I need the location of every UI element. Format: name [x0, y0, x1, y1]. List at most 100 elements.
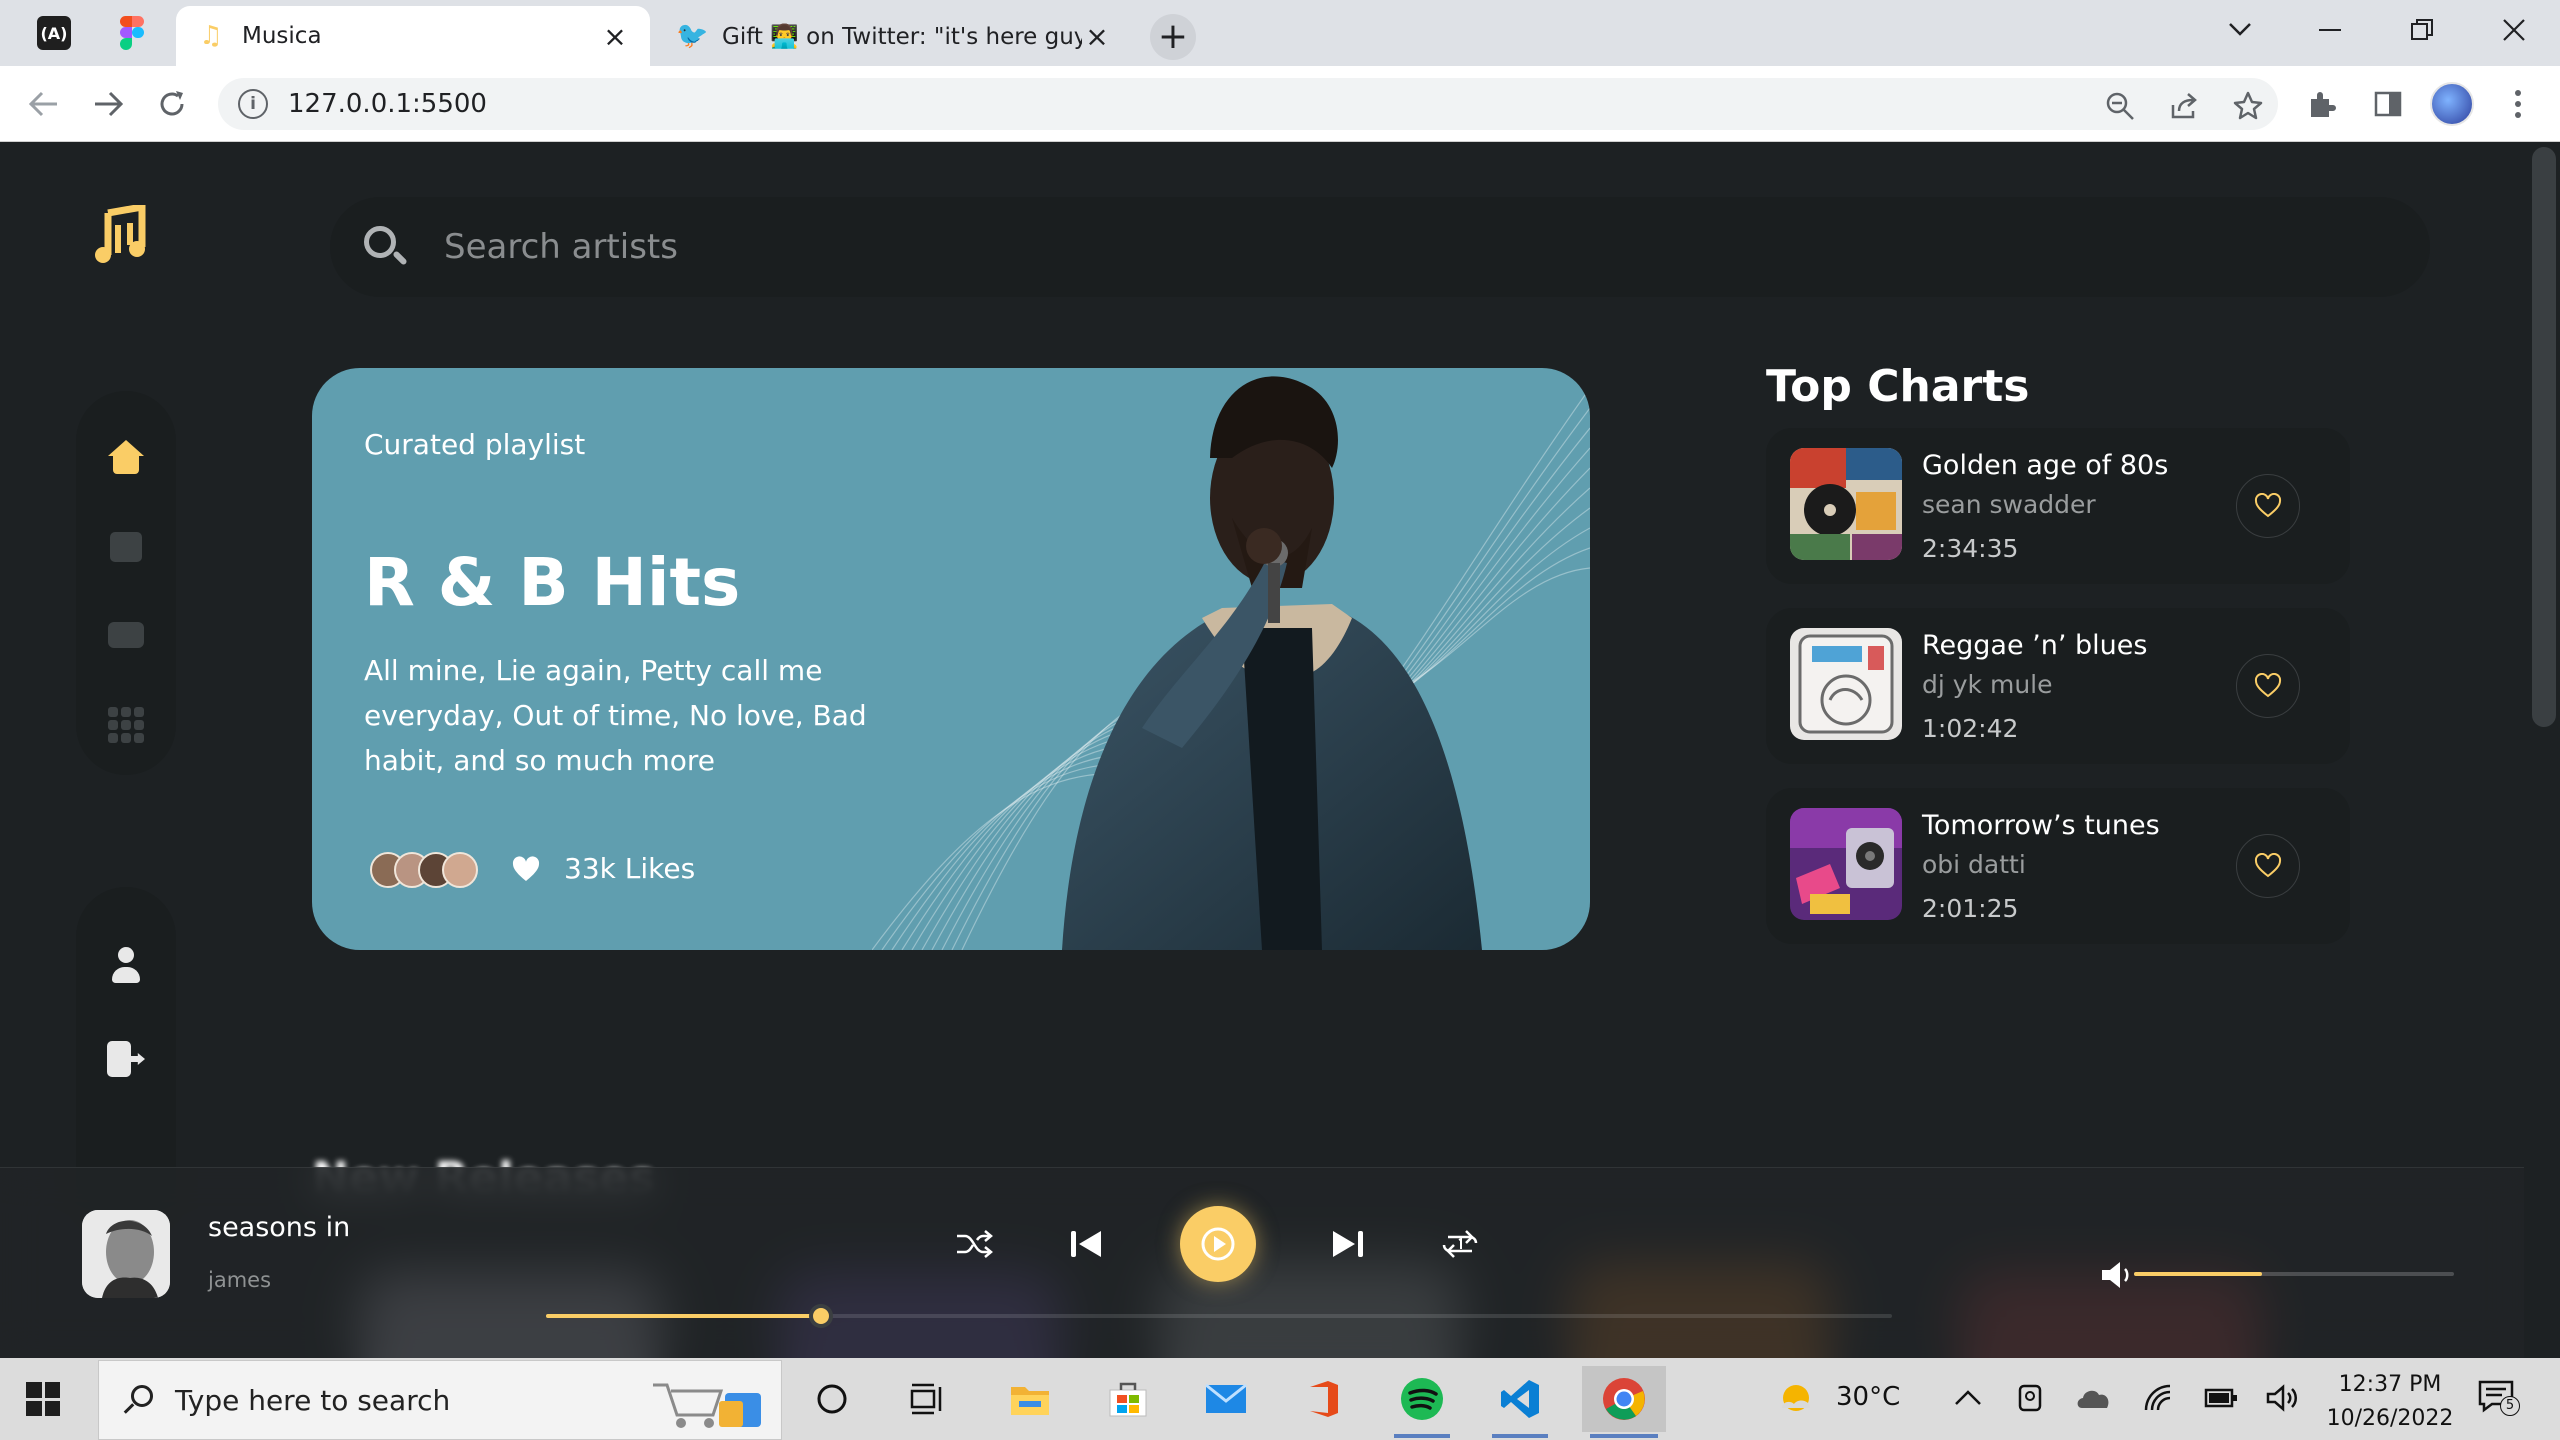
mail-icon[interactable]: [1190, 1366, 1262, 1432]
tab-twitter[interactable]: 🐦 Gift 👨‍💻 on Twitter: "it's here guys ×: [656, 6, 1132, 66]
skip-previous-icon: [1071, 1231, 1101, 1257]
top-charts-heading: Top Charts: [1766, 361, 2030, 412]
repeat-button[interactable]: [1430, 1214, 1490, 1274]
speaker-volume-icon[interactable]: [2266, 1384, 2302, 1412]
hero-description: All mine, Lie again, Petty call me every…: [364, 654, 867, 777]
notification-count-badge: 5: [2500, 1396, 2520, 1416]
battery-icon[interactable]: [2204, 1388, 2238, 1408]
zoom-out-icon[interactable]: [2100, 86, 2140, 126]
repeat-one-icon: [1442, 1230, 1478, 1258]
now-playing-title: seasons in: [208, 1212, 351, 1243]
windows-taskbar: Type here to search 30°C 12:37 PM 10/26/…: [0, 1358, 2560, 1440]
sidebar-item-videos[interactable]: [76, 693, 176, 757]
back-button[interactable]: [20, 80, 68, 128]
volume-icon[interactable]: [2098, 1258, 2138, 1292]
chart-duration: 2:34:35: [1922, 534, 2019, 563]
now-playing-cover: [82, 1210, 170, 1298]
pinned-tab-appwrite[interactable]: (A): [22, 8, 86, 58]
sidebar-item-playlist[interactable]: [76, 515, 176, 579]
menu-kebab-icon[interactable]: [2496, 82, 2540, 126]
sidebar-item-home[interactable]: [76, 425, 176, 489]
radio-icon: [108, 622, 144, 648]
previous-button[interactable]: [1056, 1214, 1116, 1274]
appwrite-icon: (A): [37, 16, 71, 50]
chrome-icon[interactable]: [1582, 1366, 1666, 1438]
close-icon[interactable]: ×: [600, 20, 630, 53]
forward-button[interactable]: [84, 80, 132, 128]
site-info-icon[interactable]: i: [238, 89, 268, 119]
next-button[interactable]: [1318, 1214, 1378, 1274]
url-text: 127.0.0.1:5500: [288, 89, 487, 119]
notification-center-icon[interactable]: 5: [2478, 1380, 2520, 1418]
liker-avatars: [370, 852, 490, 888]
clock-time: 12:37 PM: [2338, 1372, 2442, 1397]
minimize-button[interactable]: [2300, 10, 2360, 50]
playback-progress-bar[interactable]: [546, 1304, 1892, 1328]
taskbar-search-box[interactable]: Type here to search: [98, 1360, 782, 1440]
chart-duration: 2:01:25: [1922, 894, 2019, 923]
sidebar-main-nav: [76, 391, 176, 775]
search-icon: [360, 222, 410, 272]
microsoft-store-icon[interactable]: [1092, 1366, 1164, 1432]
extensions-icon[interactable]: [2300, 82, 2344, 126]
cortana-icon[interactable]: [796, 1366, 868, 1432]
search-input[interactable]: [444, 227, 2244, 267]
page-scrollbar[interactable]: [2524, 143, 2560, 1358]
favorite-button[interactable]: [2236, 654, 2300, 718]
restore-button[interactable]: [2392, 10, 2452, 50]
tab-title: Gift 👨‍💻 on Twitter: "it's here guys: [722, 23, 1082, 50]
share-icon[interactable]: [2164, 86, 2204, 126]
artist-search-bar: [330, 197, 2430, 297]
close-window-button[interactable]: [2484, 10, 2544, 50]
tab-musica[interactable]: ♫ Musica ×: [176, 6, 650, 66]
spotify-icon[interactable]: [1386, 1366, 1458, 1438]
sidebar-item-radio[interactable]: [76, 603, 176, 667]
top-chart-item[interactable]: Golden age of 80s sean swadder 2:34:35: [1766, 428, 2350, 584]
likes-count: 33k Likes: [564, 852, 696, 885]
heart-filled-icon[interactable]: [512, 856, 540, 884]
show-hidden-icons-chevron-icon[interactable]: [1954, 1388, 1982, 1406]
videos-icon: [108, 707, 144, 743]
favorite-button[interactable]: [2236, 474, 2300, 538]
side-panel-icon[interactable]: [2366, 82, 2410, 126]
office-icon[interactable]: [1288, 1366, 1360, 1432]
curated-playlist-banner[interactable]: Curated playlist R & B Hits All mine, Li…: [312, 368, 1590, 950]
singer-photo: [1062, 376, 1482, 950]
chart-duration: 1:02:42: [1922, 714, 2019, 743]
weather-temperature[interactable]: 30°C: [1836, 1382, 1900, 1412]
musica-logo-icon[interactable]: [94, 202, 158, 269]
chart-artist: sean swadder: [1922, 490, 2096, 519]
music-note-icon: ♫: [199, 21, 223, 51]
meet-now-icon[interactable]: [2014, 1382, 2046, 1414]
reload-button[interactable]: [148, 80, 196, 128]
close-icon[interactable]: ×: [1082, 20, 1112, 53]
network-wifi-icon[interactable]: [2142, 1384, 2172, 1412]
volume-slider[interactable]: [2134, 1272, 2454, 1276]
play-button[interactable]: [1180, 1206, 1256, 1282]
progress-knob[interactable]: [808, 1304, 833, 1328]
profile-avatar[interactable]: [2430, 82, 2474, 126]
new-tab-button[interactable]: +: [1150, 14, 1196, 60]
sidebar-item-logout[interactable]: [76, 1027, 176, 1091]
tab-search-chevron-icon[interactable]: [2210, 10, 2270, 50]
album-cover: [1790, 628, 1902, 740]
weather-sun-cloud-icon[interactable]: [1776, 1378, 1820, 1418]
shuffle-button[interactable]: [944, 1214, 1004, 1274]
heart-outline-icon: [2254, 853, 2282, 878]
top-chart-item[interactable]: Reggae ’n’ blues dj yk mule 1:02:42: [1766, 608, 2350, 764]
address-bar[interactable]: i 127.0.0.1:5500: [218, 78, 2278, 130]
sidebar-item-profile[interactable]: [76, 933, 176, 997]
windows-start-icon[interactable]: [26, 1382, 60, 1416]
file-explorer-icon[interactable]: [994, 1366, 1066, 1432]
top-chart-item[interactable]: Tomorrow’s tunes obi datti 2:01:25: [1766, 788, 2350, 944]
favorite-button[interactable]: [2236, 834, 2300, 898]
onedrive-cloud-icon[interactable]: [2076, 1386, 2112, 1410]
vscode-icon[interactable]: [1484, 1366, 1556, 1438]
system-clock[interactable]: 12:37 PM 10/26/2022: [2310, 1368, 2470, 1436]
music-player-bar: seasons in james: [0, 1167, 2524, 1358]
bookmark-star-icon[interactable]: [2228, 86, 2268, 126]
shopping-illustration-icon: [653, 1383, 761, 1428]
task-view-icon[interactable]: [892, 1366, 964, 1432]
pinned-tab-figma[interactable]: [100, 8, 164, 58]
figma-icon: [120, 16, 144, 50]
